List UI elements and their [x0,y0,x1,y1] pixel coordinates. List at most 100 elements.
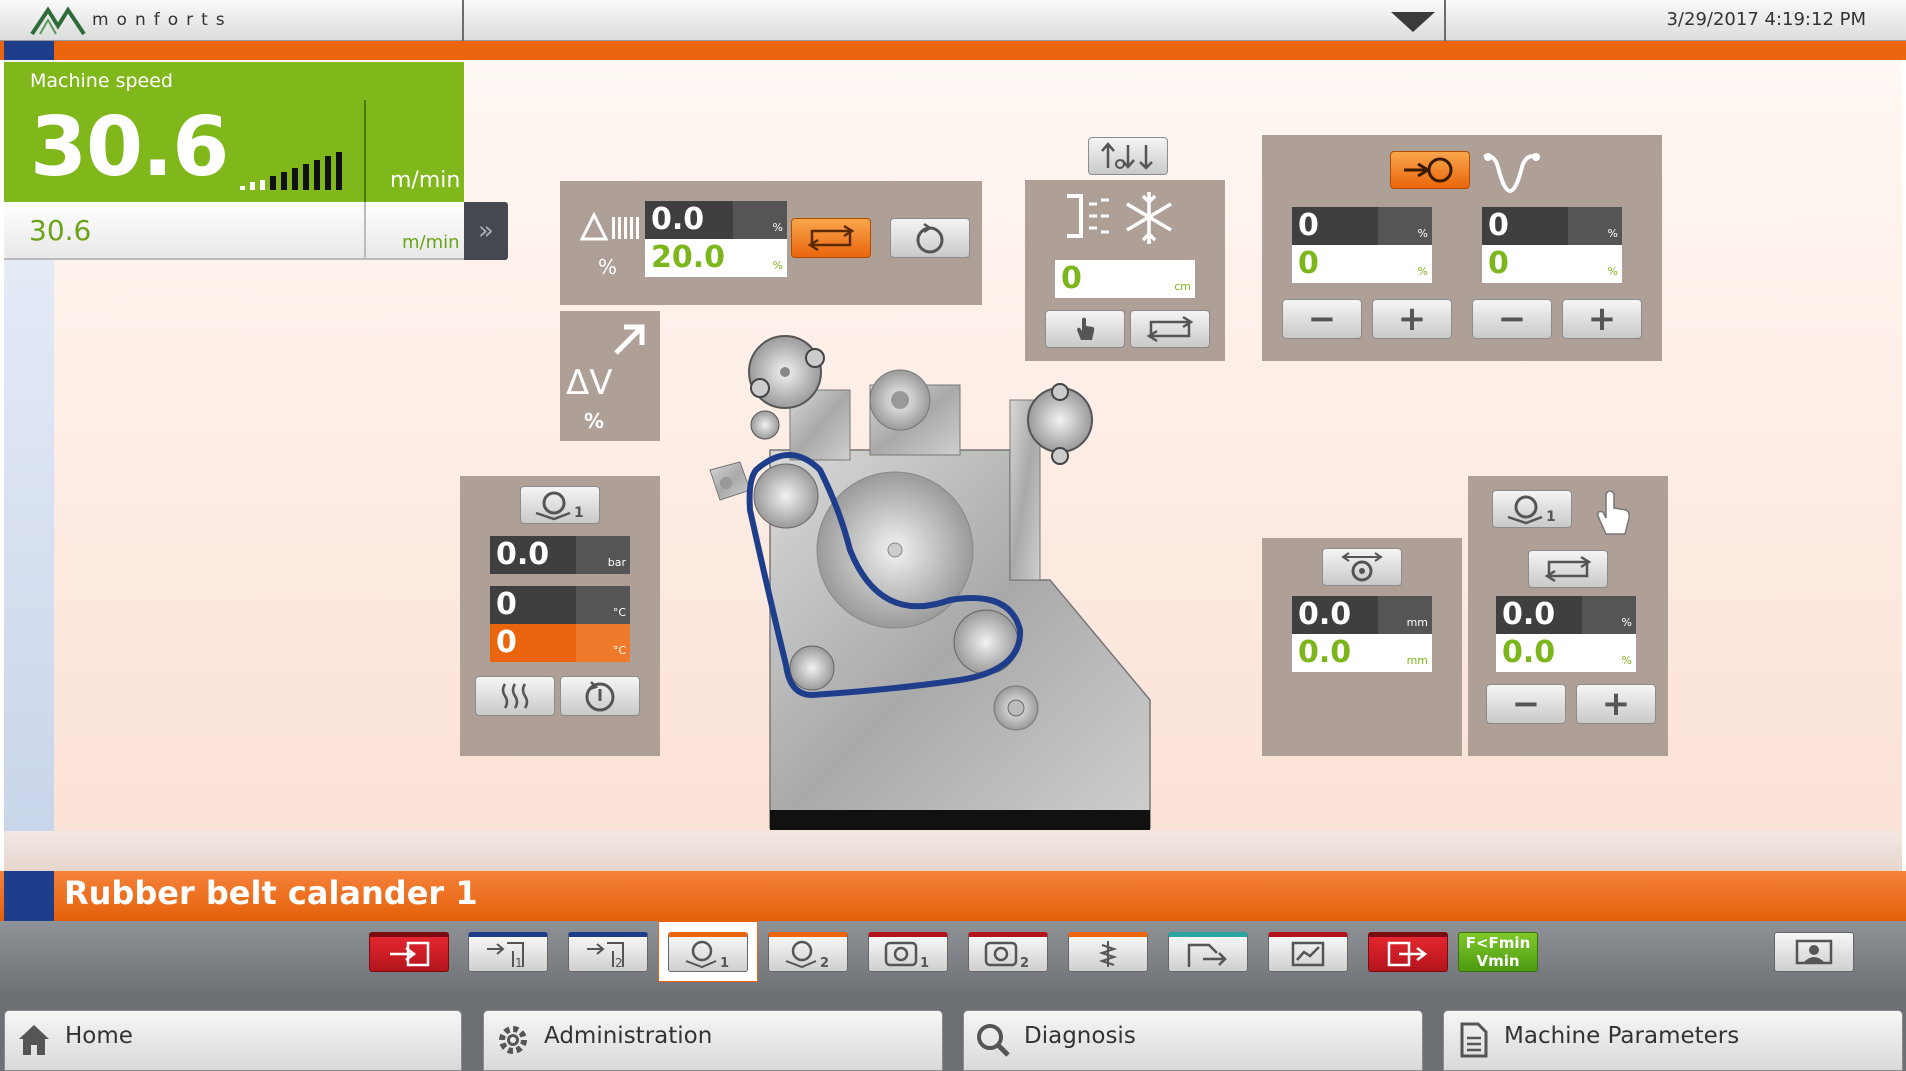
toolbar-calender-2-button[interactable]: 2 [768,932,848,972]
svg-text:1: 1 [515,956,523,969]
spray-cooling-icon [1067,192,1172,244]
lift-button[interactable] [1088,137,1168,175]
belt-minus-button[interactable]: − [1486,684,1566,724]
belt-actual-unit: % [1582,596,1636,634]
toolbar-exit-button[interactable] [1368,932,1448,972]
calender-temp-actual: 0 [490,586,576,624]
svg-text:2: 2 [820,956,829,969]
calender-temp-setpoint[interactable]: 0 [490,624,576,662]
up-down-arrows-icon [1101,142,1153,170]
machine-speed-label: Machine speed [30,70,173,92]
calender-select-button[interactable]: 1 [520,486,600,524]
dropdown-triangle-icon[interactable] [1389,10,1437,34]
gap-actual-unit: mm [1378,596,1432,634]
loop-tension-icon [1483,153,1540,193]
nav-diagnosis-label: Diagnosis [1024,1023,1136,1049]
screen-user-icon [1795,939,1833,965]
delta-v-panel[interactable]: ΔV % [560,311,660,441]
belt-setpoint-unit: % [1582,634,1636,672]
nav-diagnosis[interactable]: Diagnosis [963,1010,1423,1071]
toolbar-feed-1-button[interactable]: 1 [468,932,548,972]
machine-speed-unit: m/min [390,168,461,193]
hand-pointer-icon[interactable] [1592,488,1632,536]
belt-setpoint-value[interactable]: 0.0 [1496,634,1582,672]
date-time: 3/29/2017 4:19:12 PM [1666,9,1866,30]
calender-temp-setpoint-unit: °C [576,624,630,662]
toolbar-feed-2-button[interactable]: 2 [568,932,648,972]
toolbar-screenshot-button[interactable] [1774,932,1854,972]
arrow-up-right-icon [614,324,645,355]
stretch-setpoint-value[interactable]: 20.0 [645,239,733,277]
main-footer-band [4,831,1902,871]
feed-2-icon: 2 [587,942,624,969]
dancer-roller-button[interactable] [1390,151,1470,189]
cooling-unit: cm [1141,260,1195,298]
nav-machine-parameters-label: Machine Parameters [1504,1023,1740,1049]
tension-left-setpoint[interactable]: 0 [1292,245,1378,283]
cooling-drum-icon [1098,941,1118,967]
tension-left-plus-button[interactable]: + [1372,299,1452,339]
toolbar-trend-button[interactable] [1268,932,1348,972]
speed-level-bars-icon [240,152,342,190]
machine-speed-value: 30.6 [30,100,229,195]
gear-icon [499,1026,527,1054]
tension-left-minus-button[interactable]: − [1282,299,1362,339]
calender-pressure-unit: bar [576,536,630,574]
section-toolbar [0,921,1906,991]
toolbar-plaiter-button[interactable] [1168,932,1248,972]
trend-chart-icon [1291,941,1325,967]
gap-setpoint-value[interactable]: 0.0 [1292,634,1378,672]
drive-rotate-icon [585,681,615,712]
nav-administration-label: Administration [544,1023,713,1049]
nav-machine-parameters[interactable]: Machine Parameters [1443,1010,1903,1071]
home-icon [19,1025,49,1055]
belt-cycle-button[interactable] [1528,550,1608,588]
belt-select-button[interactable]: 1 [1492,490,1572,528]
gap-select-button[interactable] [1322,548,1402,586]
nav-home[interactable]: Home [4,1010,462,1071]
toolbar-dryer-1-button[interactable]: 1 [868,932,948,972]
toolbar-fmin-vmin-button[interactable]: F<Fmin Vmin [1458,932,1538,972]
tension-right-plus-button[interactable]: + [1562,299,1642,339]
calender-panel: 1 0.0 bar 0 °C 0 °C [460,476,660,756]
svg-text:2: 2 [1020,956,1029,969]
calender-temp-actual-unit: °C [576,586,630,624]
toolbar-dryer-2-button[interactable]: 2 [968,932,1048,972]
svg-text:1: 1 [720,956,729,969]
toolbar-cooling-button[interactable] [1068,932,1148,972]
nav-administration[interactable]: Administration [483,1010,943,1071]
dryer-2-icon: 2 [984,941,1029,969]
svg-text:1: 1 [920,956,929,969]
belt-plus-button[interactable]: + [1576,684,1656,724]
plaiter-icon [1187,943,1227,967]
calender-drive-button[interactable] [560,676,640,716]
exit-arrow-icon [1387,941,1428,967]
stretch-percent-label: % [598,255,618,279]
expand-speed-button[interactable]: » [464,202,508,260]
delta-v-unit: % [584,409,605,433]
cooling-value[interactable]: 0 [1055,260,1141,298]
status-strip-indicator [4,41,54,60]
enter-arrow-icon [390,941,430,967]
toolbar-calender-1-button[interactable]: 1 [668,932,748,972]
stretch-panel: % 0.0 % 20.0 % [560,181,982,305]
gap-actual-value: 0.0 [1292,596,1378,634]
toolbar-entry-button[interactable] [369,932,449,972]
svg-text:2: 2 [615,956,623,969]
tension-right-minus-button[interactable]: − [1472,299,1552,339]
delta-v-label: ΔV [566,363,613,403]
stretch-actual-unit: % [733,201,787,239]
cycle-arrows-icon [1544,555,1592,583]
machine-speed-display: Machine speed 30.6 m/min [4,62,464,202]
speed-setpoint-field[interactable]: 30.6 m/min [4,202,464,260]
document-icon [1460,1022,1488,1058]
stretch-cycle-button[interactable] [791,218,871,258]
status-strip [0,41,1906,60]
svg-text:1: 1 [1546,509,1556,525]
tension-left-actual: 0 [1292,207,1378,245]
feed-1-icon: 1 [487,942,524,969]
stretch-reset-button[interactable] [890,218,970,258]
tension-right-setpoint[interactable]: 0 [1482,245,1568,283]
tension-right-actual-unit: % [1568,207,1622,245]
heating-button[interactable] [475,676,555,716]
